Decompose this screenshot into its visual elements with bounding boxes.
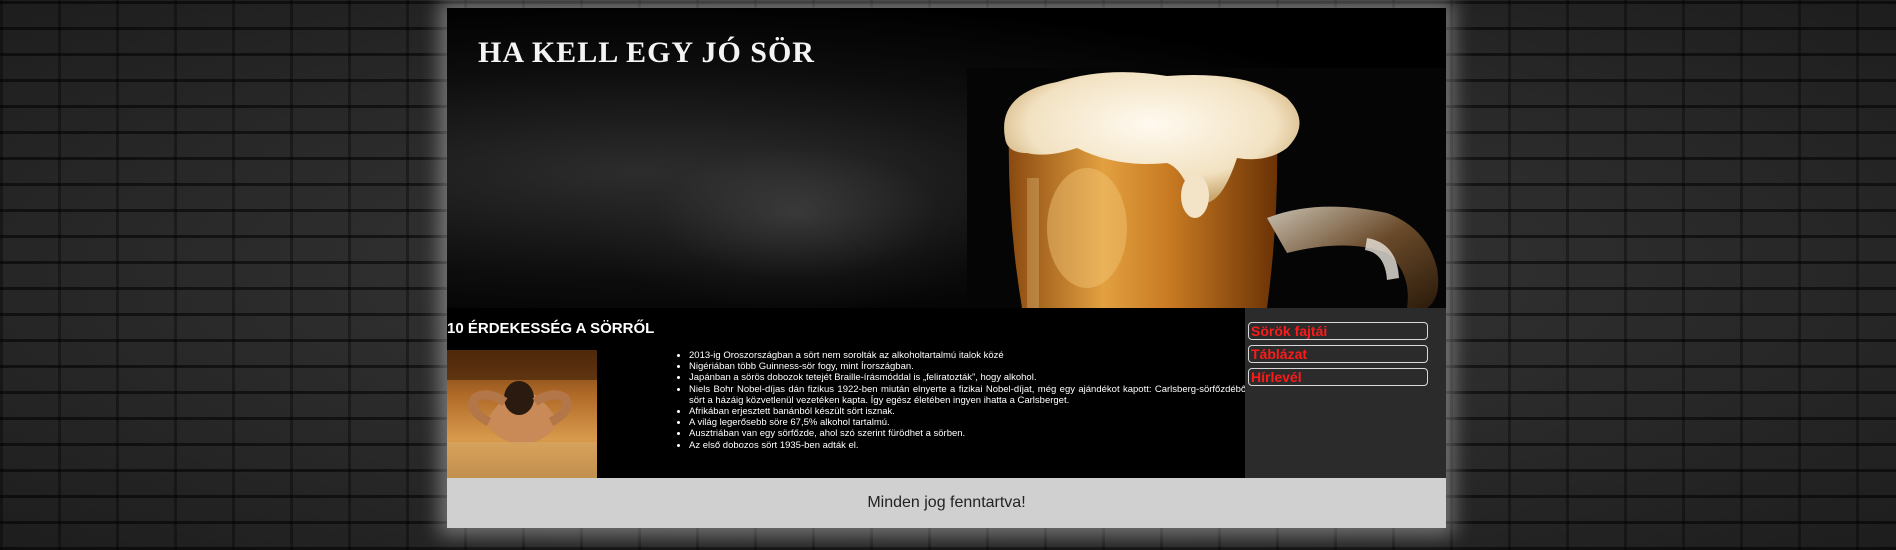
list-item: Nigériában több Guinness-sör fogy, mint …	[689, 361, 1257, 372]
footer: Minden jog fenntartva!	[447, 478, 1446, 528]
sidebar-nav: Sörök fajtái Táblázat Hírlevél	[1245, 308, 1446, 478]
nav-link-tablazat[interactable]: Táblázat	[1248, 345, 1428, 363]
beer-mug-image	[967, 68, 1446, 308]
footer-text: Minden jog fenntartva!	[867, 494, 1026, 511]
nav-link-hirlevel[interactable]: Hírlevél	[1248, 368, 1428, 386]
header-banner: HA KELL EGY JÓ SÖR	[447, 8, 1446, 308]
site-title: HA KELL EGY JÓ SÖR	[478, 36, 815, 69]
list-item: Az első dobozos sört 1935-ben adták el.	[689, 440, 1257, 451]
list-item: A világ legerősebb söre 67,5% alkohol ta…	[689, 417, 1257, 428]
main-column: 10 ÉRDEKESSÉG A SÖRRŐL • 2013-ig Oroszor…	[447, 308, 1257, 478]
facts-list: 2013-ig Oroszországban a sört nem sorolt…	[677, 350, 1257, 451]
section-title: 10 ÉRDEKESSÉG A SÖRRŐL	[447, 320, 655, 337]
list-item: Afrikában erjesztett banánból készült sö…	[689, 406, 1257, 417]
nav-link-sorok-fajtai[interactable]: Sörök fajtái	[1248, 322, 1428, 340]
list-item: 2013-ig Oroszországban a sört nem sorolt…	[689, 350, 1257, 361]
list-item: Japánban a sörös dobozok tetejét Braille…	[689, 372, 1257, 383]
content-area: 10 ÉRDEKESSÉG A SÖRRŐL • 2013-ig Oroszor…	[447, 308, 1446, 478]
background-haze	[597, 118, 997, 308]
list-item: Ausztriában van egy sörfőzde, ahol szó s…	[689, 428, 1257, 439]
list-item: Niels Bohr Nobel-díjas dán fizikus 1922-…	[689, 384, 1257, 406]
bathing-man-photo	[447, 350, 597, 478]
page-container: HA KELL EGY JÓ SÖR 10 ÉRDEKESSÉG A SÖRRŐ…	[447, 8, 1446, 528]
